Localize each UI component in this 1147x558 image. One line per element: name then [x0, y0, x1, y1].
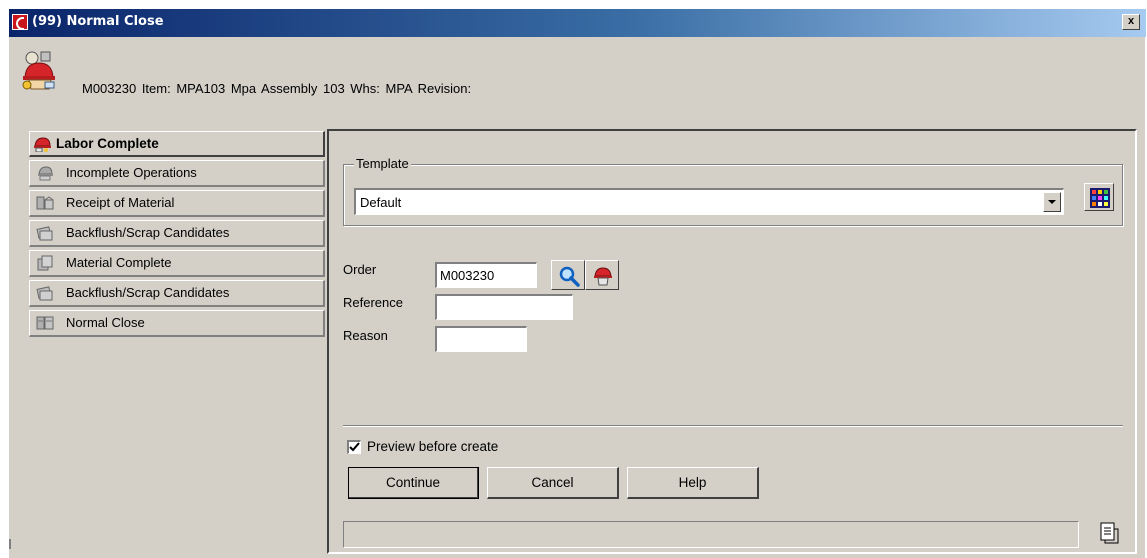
- incomplete-operations-icon: [36, 165, 54, 181]
- backflush-icon: [36, 225, 54, 241]
- reference-field[interactable]: [435, 294, 573, 320]
- title-bar: (99) Normal Close x: [9, 9, 1146, 37]
- template-legend: Template: [354, 156, 411, 171]
- sidebar-item-labor-complete[interactable]: Labor Complete: [29, 131, 325, 157]
- order-info: M003230 Item: MPA103 Mpa Assembly 103 Wh…: [82, 81, 472, 96]
- normal-close-icon: [36, 315, 54, 331]
- sidebar-item-label: Material Complete: [66, 255, 172, 270]
- preview-label: Preview before create: [367, 439, 499, 454]
- order-label: Order: [343, 262, 377, 277]
- sidebar-item-backflush-scrap-candidates[interactable]: Backflush/Scrap Candidates: [29, 220, 325, 247]
- reference-label: Reference: [343, 295, 403, 310]
- sidebar-nav: Labor Complete Incomplete Operations Rec…: [29, 131, 325, 340]
- sidebar-item-label: Receipt of Material: [66, 195, 175, 210]
- app-logo-icon: [12, 14, 28, 30]
- worker-with-helmet-icon: [21, 49, 59, 91]
- reason-label: Reason: [343, 328, 388, 343]
- preview-checkbox[interactable]: [347, 440, 361, 454]
- template-grid-button[interactable]: [1084, 183, 1114, 211]
- help-button[interactable]: Help: [627, 467, 759, 499]
- window-title: (99) Normal Close: [32, 14, 164, 29]
- material-complete-icon: [36, 255, 54, 271]
- order-field[interactable]: [435, 262, 537, 288]
- template-select-value: Default: [360, 195, 402, 210]
- sidebar-item-backflush-scrap-candidates-2[interactable]: Backflush/Scrap Candidates: [29, 280, 325, 307]
- cancel-button[interactable]: Cancel: [487, 467, 619, 499]
- sidebar-item-normal-close[interactable]: Normal Close: [29, 310, 325, 337]
- sidebar-item-receipt-of-material[interactable]: Receipt of Material: [29, 190, 325, 217]
- divider: [343, 425, 1123, 427]
- template-select[interactable]: Default: [354, 188, 1064, 215]
- main-panel: Template Default Order M003230 Reference…: [327, 129, 1137, 554]
- template-group: Template Default: [343, 156, 1123, 226]
- dialog-window: (99) Normal Close x M003230 Item: MPA103…: [8, 8, 1146, 558]
- sidebar-item-label: Backflush/Scrap Candidates: [66, 285, 230, 300]
- sidebar-item-label: Backflush/Scrap Candidates: [66, 225, 230, 240]
- close-button[interactable]: x: [1122, 14, 1140, 30]
- sidebar-item-label: Normal Close: [66, 315, 145, 330]
- sidebar-item-incomplete-operations[interactable]: Incomplete Operations: [29, 160, 325, 187]
- receipt-of-material-icon: [36, 195, 54, 211]
- window-edge: [9, 539, 11, 549]
- sidebar-item-material-complete[interactable]: Material Complete: [29, 250, 325, 277]
- sidebar-item-label: Labor Complete: [56, 136, 159, 151]
- order-details-button[interactable]: [585, 260, 619, 290]
- sidebar-item-label: Incomplete Operations: [66, 165, 197, 180]
- reason-field[interactable]: [435, 326, 527, 352]
- page-icon[interactable]: [1099, 521, 1123, 545]
- continue-button[interactable]: Continue: [348, 467, 479, 499]
- chevron-down-icon[interactable]: [1043, 192, 1061, 212]
- labor-complete-icon: [33, 136, 51, 153]
- order-search-button[interactable]: [551, 260, 585, 290]
- backflush-icon: [36, 285, 54, 301]
- status-bar: [343, 521, 1079, 548]
